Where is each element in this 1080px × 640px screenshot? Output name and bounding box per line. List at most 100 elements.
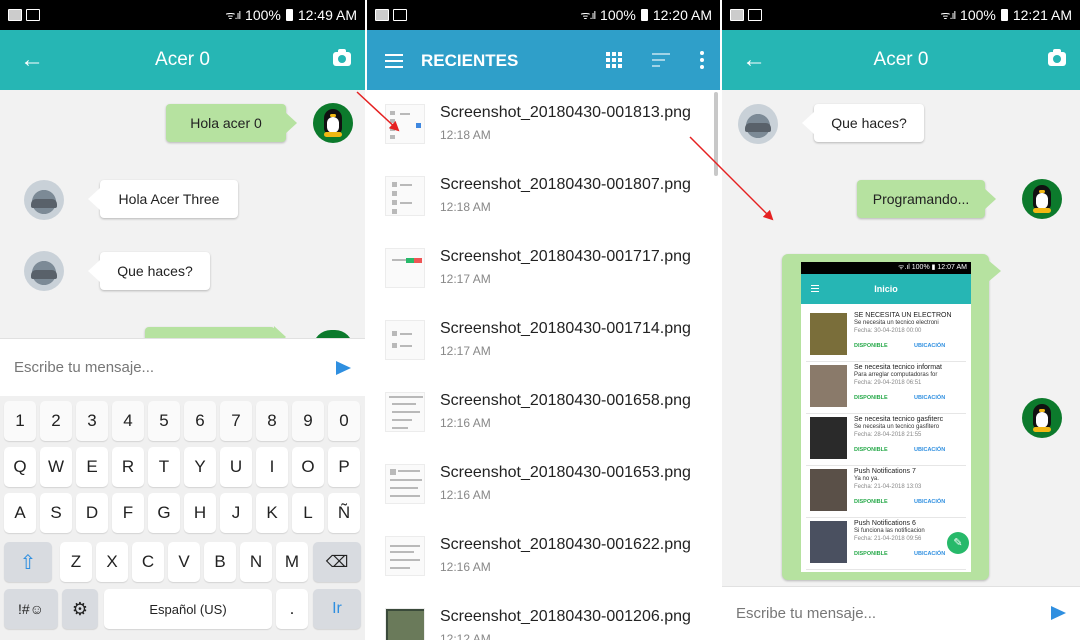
key-t[interactable]: T — [148, 447, 180, 487]
file-item[interactable]: Screenshot_20180430-001658.png 12:16 AM — [367, 380, 720, 452]
key-q[interactable]: Q — [4, 447, 36, 487]
key-m[interactable]: M — [276, 542, 308, 582]
mini-card-image — [810, 469, 847, 511]
key-8[interactable]: 8 — [256, 401, 288, 441]
grid-view-icon[interactable] — [606, 52, 622, 68]
file-name: Screenshot_20180430-001658.png — [440, 392, 691, 409]
file-item[interactable]: Screenshot_20180430-001807.png 12:18 AM — [367, 164, 720, 236]
file-name: Screenshot_20180430-001714.png — [440, 320, 691, 337]
key-z[interactable]: Z — [60, 542, 92, 582]
file-item[interactable]: Screenshot_20180430-001653.png 12:16 AM — [367, 452, 720, 524]
chat-app-bar: ← Acer 0 — [0, 30, 365, 90]
file-item[interactable]: Screenshot_20180430-001622.png 12:16 AM — [367, 524, 720, 596]
key-k[interactable]: K — [256, 493, 288, 533]
key-3[interactable]: 3 — [76, 401, 108, 441]
more-vert-icon[interactable] — [700, 51, 704, 72]
avatar-tux — [1022, 398, 1062, 438]
camera-icon[interactable] — [1048, 49, 1066, 66]
settings-icon[interactable]: ⚙ — [62, 589, 98, 629]
file-item[interactable]: Screenshot_20180430-001206.png 12:12 AM — [367, 596, 720, 640]
message-input[interactable]: Escribe tu mensaje... — [14, 359, 154, 376]
key-n[interactable]: N — [240, 542, 272, 582]
key-v[interactable]: V — [168, 542, 200, 582]
period-key[interactable]: . — [276, 589, 308, 629]
key-u[interactable]: U — [220, 447, 252, 487]
message-bubble-sent[interactable]: Hola acer 0 — [166, 104, 297, 142]
key-j[interactable]: J — [220, 493, 252, 533]
chat-title: Acer 0 — [155, 49, 210, 70]
mini-card-title: Push Notifications 7 — [854, 468, 916, 475]
key-6[interactable]: 6 — [184, 401, 216, 441]
key-f[interactable]: F — [112, 493, 144, 533]
mini-card-tag-location: UBICACIÓN — [914, 343, 946, 349]
camera-icon[interactable] — [333, 49, 351, 66]
sort-icon[interactable] — [652, 53, 670, 71]
battery-icon — [1000, 9, 1008, 21]
key-r[interactable]: R — [112, 447, 144, 487]
chat-screen-typing: ᯤ.ıl 100% 12:49 AM ← Acer 0 Hola acer 0 … — [0, 0, 365, 640]
key-a[interactable]: A — [4, 493, 36, 533]
file-item[interactable]: Screenshot_20180430-001717.png 12:17 AM — [367, 236, 720, 308]
file-thumbnail — [385, 536, 425, 576]
key-5[interactable]: 5 — [148, 401, 180, 441]
picker-app-bar: RECIENTES — [367, 30, 720, 90]
send-icon[interactable] — [1051, 606, 1066, 620]
key-s[interactable]: S — [40, 493, 72, 533]
mini-card-subtitle: Ya no ya. — [854, 476, 879, 482]
shift-icon[interactable]: ⇧ — [4, 542, 52, 582]
key-i[interactable]: I — [256, 447, 288, 487]
image-message-bubble[interactable]: ᯤ.ıl 100% ▮ 12:07 AM Inicio SE NECESITA … — [782, 254, 1001, 580]
key-h[interactable]: H — [184, 493, 216, 533]
message-bubble-received[interactable]: Hola Acer Three — [88, 180, 238, 218]
status-time: 12:49 AM — [297, 7, 357, 23]
key-9[interactable]: 9 — [292, 401, 324, 441]
key-l[interactable]: L — [292, 493, 324, 533]
file-picker-screen: ᯤ.ıl 100% 12:20 AM RECIENTES Screenshot_… — [367, 0, 720, 640]
key-o[interactable]: O — [292, 447, 324, 487]
file-item[interactable]: Screenshot_20180430-001714.png 12:17 AM — [367, 308, 720, 380]
key-c[interactable]: C — [132, 542, 164, 582]
status-bar: ᯤ.ıl 100% 12:20 AM — [367, 0, 720, 30]
mini-card: Push Notifications 7 Ya no ya. Fecha: 21-0… — [806, 464, 966, 518]
key-g[interactable]: G — [148, 493, 180, 533]
key-ñ[interactable]: Ñ — [328, 493, 360, 533]
shared-screenshot[interactable]: ᯤ.ıl 100% ▮ 12:07 AM Inicio SE NECESITA … — [801, 262, 971, 572]
key-d[interactable]: D — [76, 493, 108, 533]
key-b[interactable]: B — [204, 542, 236, 582]
go-key[interactable]: Ir — [313, 589, 361, 629]
send-icon[interactable] — [336, 361, 351, 375]
avatar-car — [24, 251, 64, 291]
message-bubble-received[interactable]: Que haces? — [802, 104, 924, 142]
hamburger-icon[interactable] — [385, 54, 403, 72]
key-2[interactable]: 2 — [40, 401, 72, 441]
message-input[interactable]: Escribe tu mensaje... — [736, 605, 876, 622]
message-bubble-received[interactable]: Que haces? — [88, 252, 210, 290]
mini-card-image — [810, 365, 847, 407]
key-x[interactable]: X — [96, 542, 128, 582]
mini-card-subtitle: Para arreglar computadoras for — [854, 372, 938, 378]
symbols-key[interactable]: !#☺ — [4, 589, 58, 629]
mini-card-title: Se necesita tecnico informat — [854, 364, 942, 371]
file-time: 12:17 AM — [440, 344, 491, 358]
key-1[interactable]: 1 — [4, 401, 36, 441]
panel-divider — [720, 0, 722, 640]
file-name: Screenshot_20180430-001813.png — [440, 104, 691, 121]
key-7[interactable]: 7 — [220, 401, 252, 441]
key-p[interactable]: P — [328, 447, 360, 487]
mini-card-date: Fecha: 30-04-2018 00:00 — [854, 328, 922, 334]
space-key[interactable]: Español (US) — [104, 589, 272, 629]
backspace-icon[interactable]: ⌫ — [313, 542, 361, 582]
mini-card-date: Fecha: 28-04-2018 21:55 — [854, 432, 922, 438]
key-w[interactable]: W — [40, 447, 72, 487]
file-item[interactable]: Screenshot_20180430-001813.png 12:18 AM — [367, 92, 720, 164]
message-bubble-sent[interactable]: Programando... — [857, 180, 996, 218]
file-name: Screenshot_20180430-001807.png — [440, 176, 691, 193]
picker-title: RECIENTES — [421, 51, 519, 70]
status-time: 12:20 AM — [652, 7, 712, 23]
scrollbar[interactable] — [714, 92, 718, 176]
key-e[interactable]: E — [76, 447, 108, 487]
key-y[interactable]: Y — [184, 447, 216, 487]
key-4[interactable]: 4 — [112, 401, 144, 441]
key-0[interactable]: 0 — [328, 401, 360, 441]
message-composer: Escribe tu mensaje... — [0, 338, 365, 396]
